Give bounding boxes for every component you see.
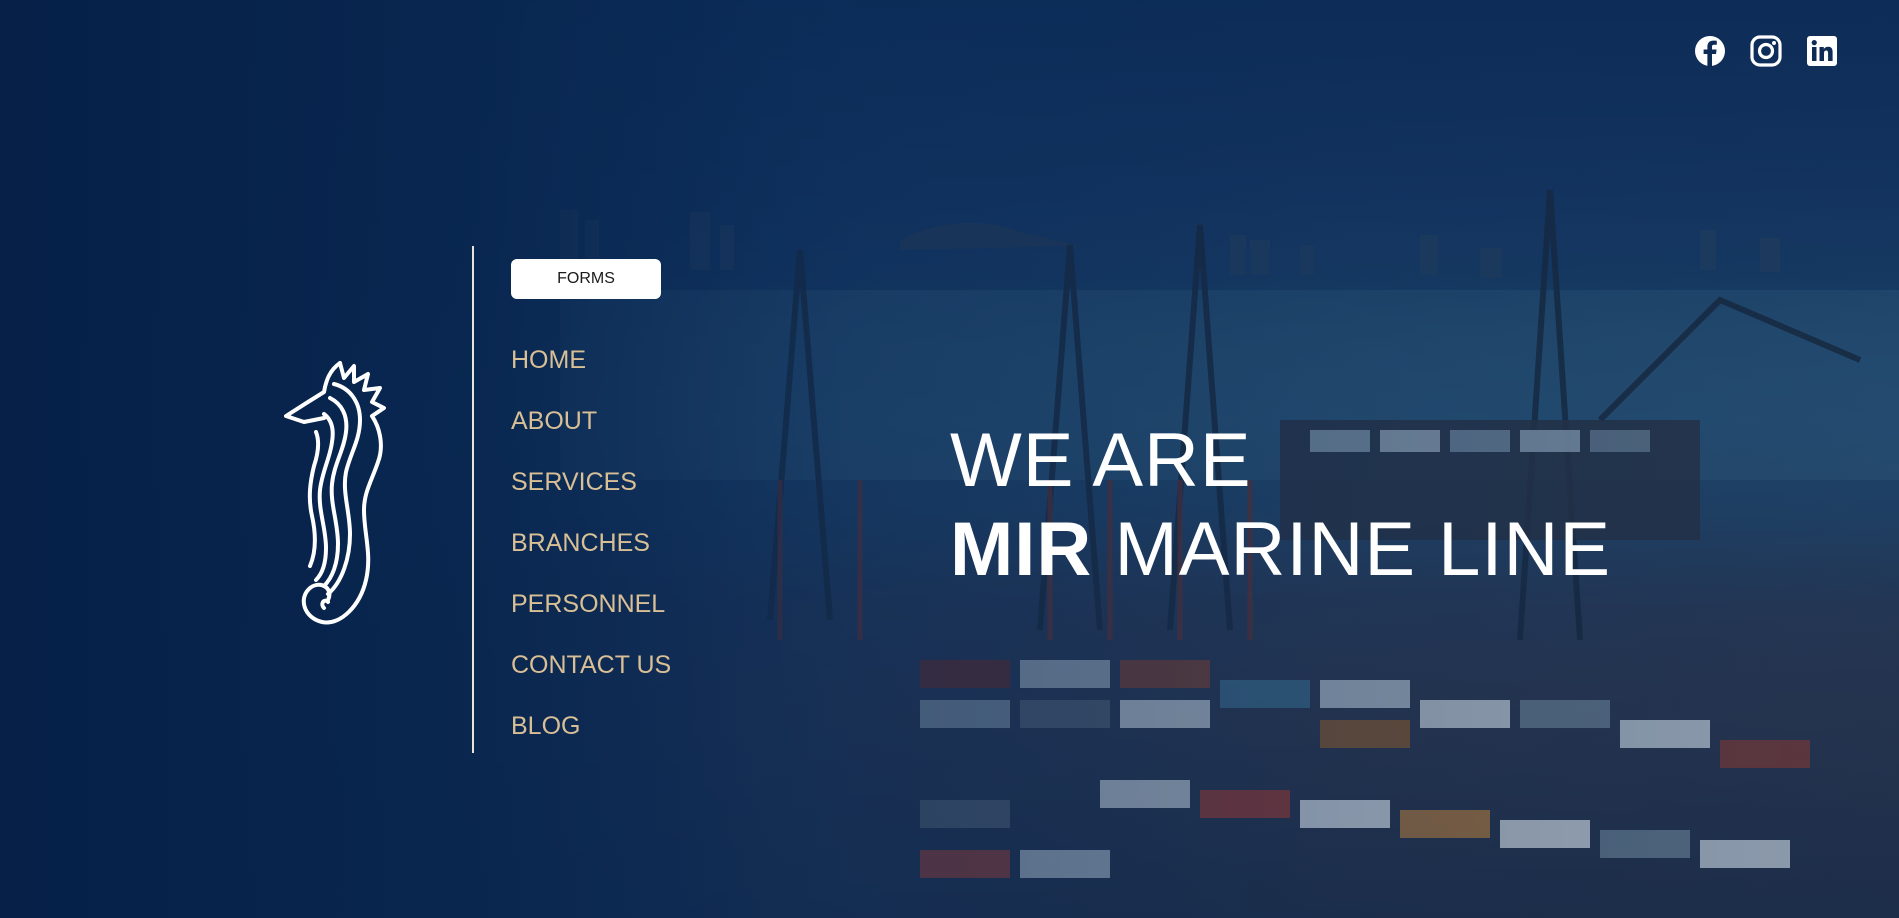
nav-item-contact-us[interactable]: CONTACT US [511,645,671,706]
main-navigation: HOME ABOUT SERVICES BRANCHES PERSONNEL C… [511,340,671,767]
forms-button[interactable]: FORMS [511,259,661,299]
nav-item-personnel[interactable]: PERSONNEL [511,584,671,645]
nav-item-branches[interactable]: BRANCHES [511,523,671,584]
vertical-divider [472,246,474,753]
nav-item-services[interactable]: SERVICES [511,462,671,523]
hero-headline: WE ARE MIR MARINE LINE [950,418,1611,596]
nav-item-blog[interactable]: BLOG [511,706,671,767]
instagram-icon[interactable] [1749,34,1783,68]
linkedin-icon[interactable] [1805,34,1839,68]
nav-item-about[interactable]: ABOUT [511,401,671,462]
hero-headline-line2: MIR MARINE LINE [950,504,1611,596]
hero-headline-line1: WE ARE [950,418,1252,503]
facebook-icon[interactable] [1693,34,1727,68]
hero-headline-brand-rest: MARINE LINE [1114,507,1612,592]
social-links [1693,34,1839,68]
seahorse-icon[interactable] [280,358,410,638]
hero-section: FORMS HOME ABOUT SERVICES BRANCHES PERSO… [0,0,1899,918]
nav-item-home[interactable]: HOME [511,340,671,401]
hero-headline-brand-bold: MIR [950,507,1093,592]
